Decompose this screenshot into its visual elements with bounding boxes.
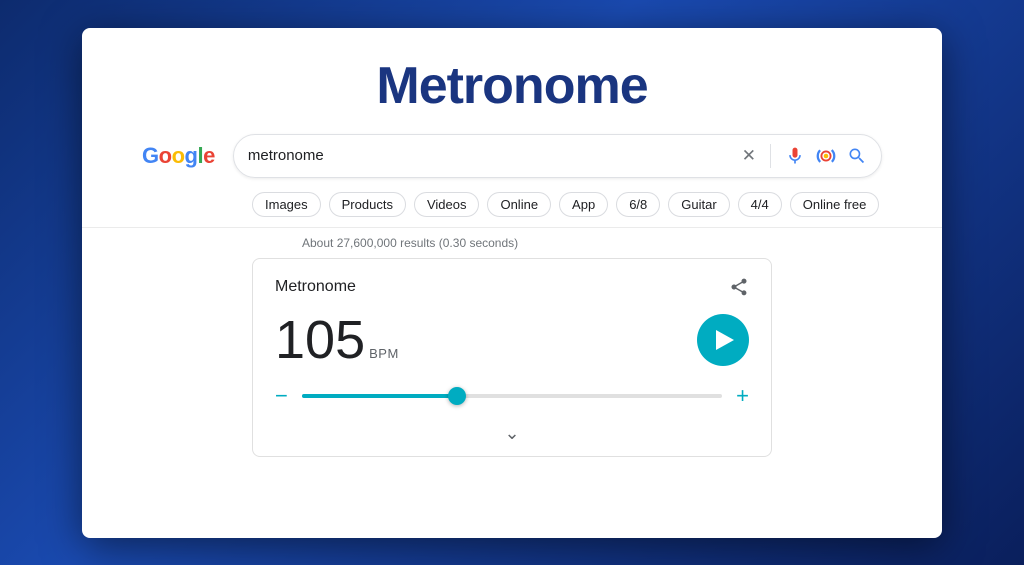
page-title: Metronome [82, 28, 942, 134]
decrease-bpm-button[interactable]: − [275, 385, 288, 407]
share-icon [729, 277, 749, 297]
bpm-row: 105 BPM [275, 313, 749, 367]
search-row: G o o g l e metronome ✕ [82, 134, 942, 178]
divider [770, 144, 771, 168]
share-button[interactable] [729, 277, 749, 297]
search-input[interactable]: metronome [248, 147, 742, 164]
search-button[interactable] [847, 146, 867, 166]
widget-title: Metronome [275, 278, 356, 296]
expand-button[interactable]: ⌄ [504, 423, 519, 444]
logo-letter-g: G [142, 143, 159, 169]
play-icon [716, 330, 734, 350]
slider-fill [302, 394, 458, 398]
slider-row: − + [275, 385, 749, 407]
search-icons: ✕ [742, 144, 867, 168]
browser-card: Metronome G o o g l e metronome ✕ [82, 28, 942, 538]
mic-icon [785, 146, 805, 166]
chip-videos[interactable]: Videos [414, 192, 480, 217]
logo-letter-e: e [203, 143, 215, 169]
search-icon [847, 146, 867, 166]
voice-search-button[interactable] [785, 146, 805, 166]
results-count: About 27,600,000 results (0.30 seconds) [82, 228, 942, 258]
metronome-widget: Metronome 105 BPM − [252, 258, 772, 457]
chip-4-4[interactable]: 4/4 [738, 192, 782, 217]
chip-products[interactable]: Products [329, 192, 406, 217]
filter-chips: Images Products Videos Online App 6/8 Gu… [82, 186, 942, 228]
bpm-value: 105 [275, 313, 365, 367]
lens-icon [815, 145, 837, 167]
slider-thumb[interactable] [448, 387, 466, 405]
google-logo: G o o g l e [142, 143, 215, 169]
clear-icon: ✕ [742, 147, 756, 164]
chip-images[interactable]: Images [252, 192, 321, 217]
bpm-display: 105 BPM [275, 313, 399, 367]
increase-bpm-button[interactable]: + [736, 385, 749, 407]
logo-letter-g2: g [185, 143, 198, 169]
search-bar[interactable]: metronome ✕ [233, 134, 882, 178]
bpm-slider[interactable] [302, 394, 722, 398]
chip-6-8[interactable]: 6/8 [616, 192, 660, 217]
image-search-button[interactable] [815, 145, 837, 167]
logo-letter-o1: o [159, 143, 172, 169]
bpm-unit: BPM [369, 346, 399, 361]
logo-letter-o2: o [172, 143, 185, 169]
expand-row: ⌄ [275, 419, 749, 444]
chip-guitar[interactable]: Guitar [668, 192, 729, 217]
chip-online[interactable]: Online [487, 192, 551, 217]
play-button[interactable] [697, 314, 749, 366]
clear-button[interactable]: ✕ [742, 147, 756, 164]
chip-app[interactable]: App [559, 192, 608, 217]
widget-header: Metronome [275, 277, 749, 297]
chip-online-free[interactable]: Online free [790, 192, 880, 217]
